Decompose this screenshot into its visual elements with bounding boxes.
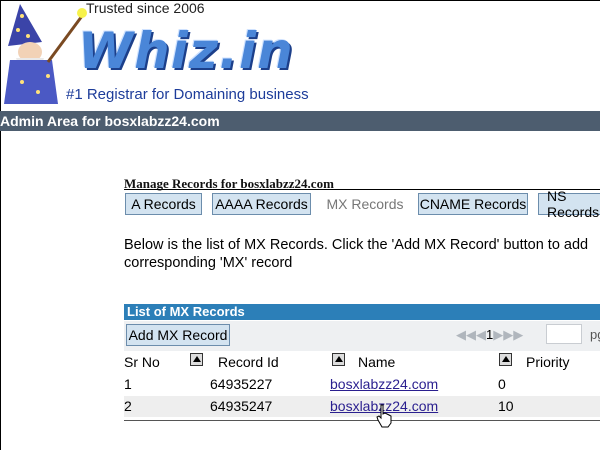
column-name: Name xyxy=(358,354,396,370)
sort-icon[interactable] xyxy=(499,353,512,366)
admin-title-bar: Admin Area for bosxlabzz24.com xyxy=(0,111,600,131)
record-id-cell: 64935227 xyxy=(210,376,273,392)
table-row: 2 64935247 bosxlabzz24.com 10 xyxy=(124,396,600,417)
last-page-icon[interactable]: ▶▶ xyxy=(503,327,523,342)
brand-tagline: #1 Registrar for Domaining business xyxy=(66,86,309,103)
page-label: pg xyxy=(590,327,600,342)
panel-toolbar: Add MX Record ◀◀◀1▶▶▶ pg xyxy=(124,321,600,351)
divider xyxy=(124,189,600,190)
record-id-cell: 64935247 xyxy=(210,398,273,414)
description-text: Below is the list of MX Records. Click t… xyxy=(124,236,600,272)
table-row: 1 64935227 bosxlabzz24.com 0 xyxy=(124,374,600,395)
tab-mx-records[interactable]: MX Records xyxy=(322,193,408,215)
description-line-1: Below is the list of MX Records. Click t… xyxy=(124,237,589,253)
admin-title: Admin Area for bosxlabzz24.com xyxy=(0,113,220,129)
panel-header: List of MX Records xyxy=(124,304,600,320)
tab-a-records[interactable]: A Records xyxy=(125,193,202,215)
description-line-2: corresponding 'MX' record xyxy=(124,255,293,271)
next-page-icon[interactable]: ▶ xyxy=(493,327,503,342)
page-number-input[interactable] xyxy=(546,324,582,344)
site-header: Trusted since 2006 Whiz.in #1 Registrar … xyxy=(0,0,600,110)
tab-aaaa-records[interactable]: AAAA Records xyxy=(212,193,311,215)
hand-cursor-icon xyxy=(376,404,392,428)
prev-page-icon[interactable]: ◀ xyxy=(476,327,486,342)
sort-icon[interactable] xyxy=(332,353,345,366)
sr-no-cell: 2 xyxy=(124,398,132,414)
priority-cell: 10 xyxy=(498,398,514,414)
column-record-id: Record Id xyxy=(218,354,279,370)
pager: ◀◀◀1▶▶▶ xyxy=(456,327,523,343)
record-name-link[interactable]: bosxlabzz24.com xyxy=(330,376,438,392)
column-priority: Priority xyxy=(526,354,570,370)
sort-icon[interactable] xyxy=(190,353,203,366)
mx-records-panel: List of MX Records Add MX Record ◀◀◀1▶▶▶… xyxy=(124,304,600,421)
add-mx-record-button[interactable]: Add MX Record xyxy=(126,324,230,346)
tab-cname-records[interactable]: CNAME Records xyxy=(418,193,528,215)
column-sr-no: Sr No xyxy=(124,354,160,370)
brand-logo[interactable]: Whiz.in xyxy=(78,22,294,80)
sr-no-cell: 1 xyxy=(124,376,132,392)
first-page-icon[interactable]: ◀◀ xyxy=(456,327,476,342)
priority-cell: 0 xyxy=(498,376,506,392)
tab-ns-records[interactable]: NS Records xyxy=(538,188,600,220)
table-header: Sr No Record Id Name Priority xyxy=(124,352,600,372)
tagline-top: Trusted since 2006 xyxy=(86,0,205,16)
panel-title: List of MX Records xyxy=(127,304,245,319)
